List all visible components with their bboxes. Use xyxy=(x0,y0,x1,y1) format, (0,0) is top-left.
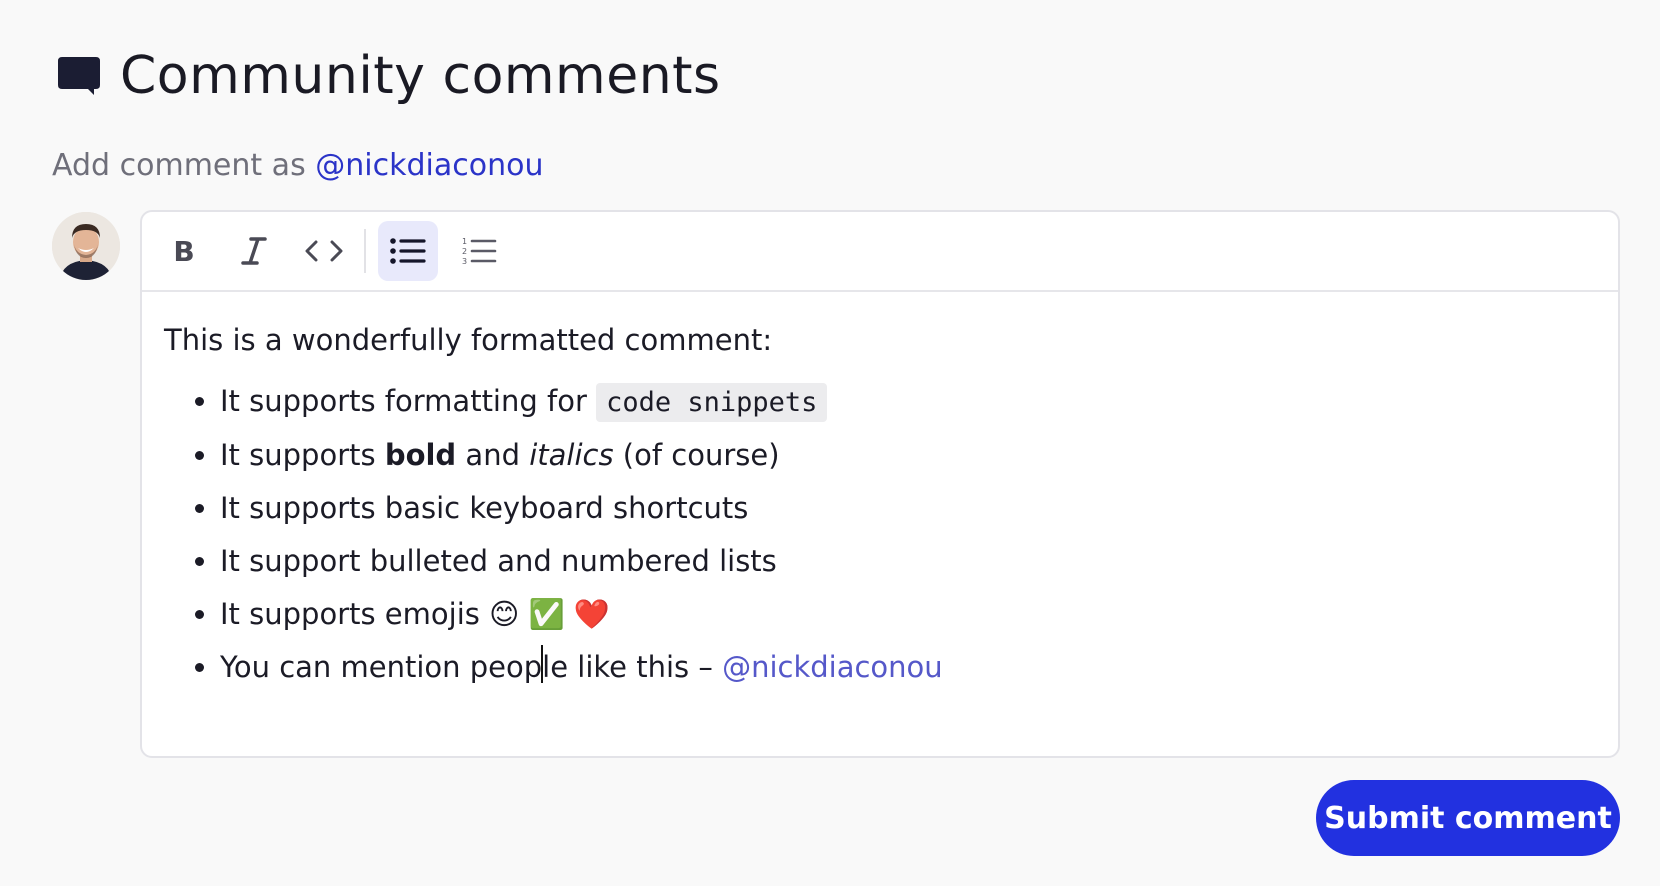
list-item: You can mention people like this – @nick… xyxy=(220,641,1596,694)
code-icon xyxy=(305,240,343,262)
add-comment-as-label: Add comment as @nickdiaconou xyxy=(52,148,543,183)
list-item-text: It supports emojis xyxy=(220,597,480,631)
comment-editor: B 1 2 3 This is a wonderfully formatted … xyxy=(140,210,1620,758)
list-item-text: It supports formatting for xyxy=(220,384,587,418)
list-item-text: It support bulleted and numbered lists xyxy=(220,544,777,578)
bold-text: bold xyxy=(384,438,457,472)
page-title: Community comments xyxy=(120,46,721,106)
user-mention[interactable]: @nickdiaconou xyxy=(722,650,943,684)
list-item-text: It supports basic keyboard shortcuts xyxy=(220,491,749,525)
numbered-list-icon: 1 2 3 xyxy=(462,237,497,266)
formatting-toolbar: B 1 2 3 xyxy=(142,212,1618,292)
add-as-prefix: Add comment as xyxy=(52,148,306,183)
bulleted-list: It supports formatting for code snippets… xyxy=(164,375,1596,694)
toolbar-divider xyxy=(364,229,366,273)
svg-text:1: 1 xyxy=(462,237,467,246)
list-item-text: It supports xyxy=(220,438,376,472)
bulleted-list-icon xyxy=(390,238,426,264)
italic-button[interactable] xyxy=(224,221,284,281)
list-item: It supports formatting for code snippets xyxy=(220,375,1596,429)
current-user-handle[interactable]: @nickdiaconou xyxy=(315,148,543,183)
emojis: 😊 ✅ ❤️ xyxy=(489,597,610,631)
list-item-text: and xyxy=(465,438,520,472)
list-item: It supports bold and italics (of course) xyxy=(220,429,1596,482)
svg-text:B: B xyxy=(173,236,194,266)
list-item: It support bulleted and numbered lists xyxy=(220,535,1596,588)
svg-text:2: 2 xyxy=(462,247,467,256)
italic-text: italics xyxy=(529,438,614,472)
list-item-text: You can mention peop xyxy=(220,650,543,684)
intro-text: This is a wonderfully formatted comment: xyxy=(164,323,773,357)
code-button[interactable] xyxy=(294,221,354,281)
bulleted-list-button[interactable] xyxy=(378,221,438,281)
list-item: It supports basic keyboard shortcuts xyxy=(220,482,1596,535)
speech-bubble-icon xyxy=(58,57,100,95)
submit-comment-button[interactable]: Submit comment xyxy=(1316,780,1620,856)
code-snippet: code snippets xyxy=(596,383,828,422)
svg-text:3: 3 xyxy=(462,257,467,266)
page-header: Community comments xyxy=(56,44,721,108)
bold-icon: B xyxy=(173,236,194,266)
comments-page: Community comments Add comment as @nickd… xyxy=(0,0,1660,886)
avatar xyxy=(52,212,120,280)
editor-content[interactable]: This is a wonderfully formatted comment:… xyxy=(142,292,1618,716)
list-item-text: le like this – xyxy=(542,650,713,684)
bold-button[interactable]: B xyxy=(154,221,214,281)
italic-icon xyxy=(241,237,267,265)
list-item-text: (of course) xyxy=(622,438,780,472)
list-item: It supports emojis 😊 ✅ ❤️ xyxy=(220,588,1596,641)
avatar-image xyxy=(52,212,120,280)
numbered-list-button[interactable]: 1 2 3 xyxy=(448,221,508,281)
